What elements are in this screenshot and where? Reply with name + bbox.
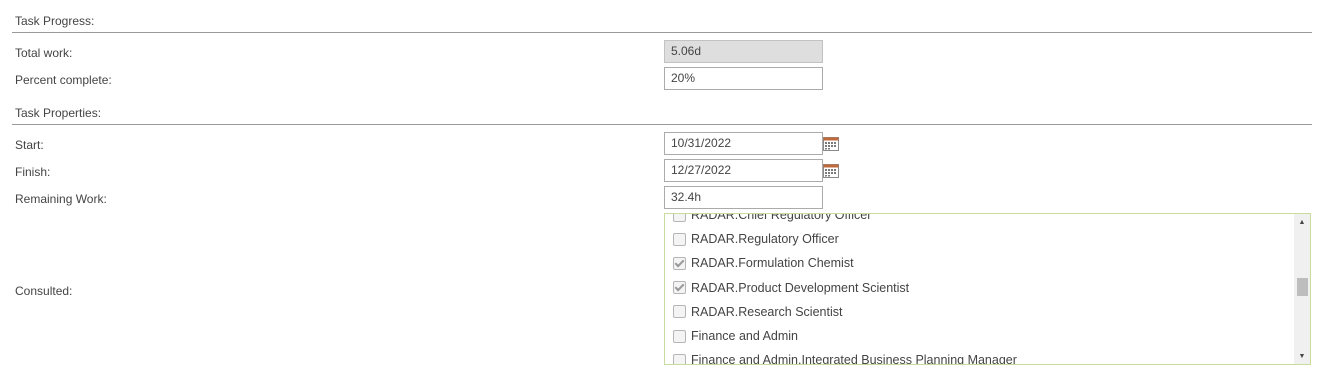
consulted-option-label: RADAR.Chief Regulatory Officer [691,213,872,223]
consulted-checkbox[interactable] [673,281,686,295]
consulted-option[interactable]: RADAR.Formulation Chemist [665,251,1295,275]
consulted-option[interactable]: RADAR.Product Development Scientist [665,276,1295,300]
consulted-option-label: RADAR.Formulation Chemist [691,256,854,271]
consulted-option-label: RADAR.Product Development Scientist [691,280,910,295]
calendar-icon[interactable] [823,164,839,178]
start-label: Start: [15,138,44,152]
consulted-checkbox[interactable] [673,256,686,270]
consulted-option[interactable]: Finance and Admin [665,324,1295,348]
consulted-option[interactable]: RADAR.Chief Regulatory Officer [665,213,1295,227]
consulted-option[interactable]: RADAR.Research Scientist [665,300,1295,324]
scroll-down-arrow-icon[interactable]: ▼ [1294,348,1310,364]
remaining-work-input[interactable]: 32.4h [664,186,823,209]
consulted-label: Consulted: [15,284,73,298]
start-date-input[interactable]: 10/31/2022 [664,132,823,155]
consulted-option[interactable]: Finance and Admin.Integrated Business Pl… [665,348,1295,365]
percent-complete-input[interactable]: 20% [664,67,823,90]
consulted-option-label: Finance and Admin.Integrated Business Pl… [691,353,1017,365]
percent-complete-label: Percent complete: [15,73,112,87]
scroll-up-arrow-icon[interactable]: ▲ [1294,214,1310,230]
total-work-label: Total work: [15,46,73,60]
consulted-option[interactable]: RADAR.Regulatory Officer [665,227,1295,251]
consulted-checkbox[interactable] [673,232,686,246]
scroll-thumb[interactable] [1297,278,1308,296]
task-properties-divider [12,124,1312,125]
consulted-option-label: RADAR.Research Scientist [691,304,843,319]
consulted-checkbox[interactable] [673,353,686,364]
consulted-option-label: RADAR.Regulatory Officer [691,232,839,247]
task-progress-divider [12,32,1312,33]
remaining-work-label: Remaining Work: [15,192,107,206]
total-work-field: 5.06d [664,40,823,63]
finish-date-input[interactable]: 12/27/2022 [664,159,823,182]
consulted-option-label: Finance and Admin [691,329,799,344]
finish-label: Finish: [15,165,51,179]
calendar-icon[interactable] [823,137,839,151]
consulted-checkbox[interactable] [673,305,686,319]
consulted-checkbox[interactable] [673,214,686,222]
vertical-scrollbar[interactable]: ▲ ▼ [1294,214,1310,364]
consulted-checkbox-list[interactable]: RADAR.Chief Regulatory Officer RADAR.Regu… [664,213,1311,365]
consulted-checkbox[interactable] [673,329,686,343]
task-progress-heading: Task Progress: [15,14,95,28]
task-properties-heading: Task Properties: [15,106,102,120]
